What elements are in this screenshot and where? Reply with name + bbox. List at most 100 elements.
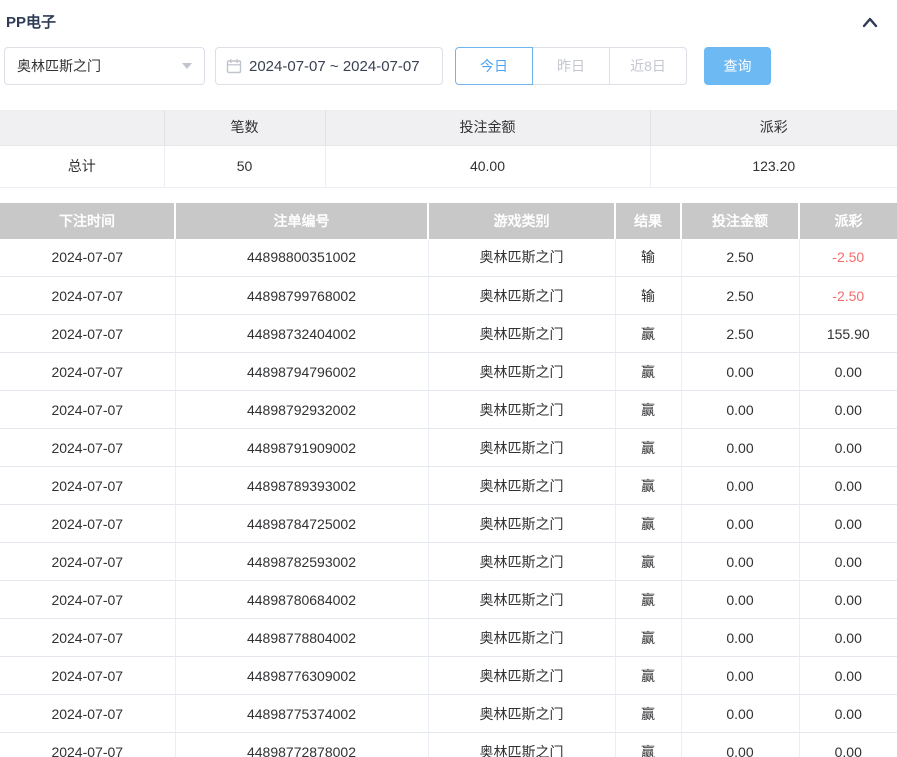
table-row: 2024-07-07 44898799768002 奥林匹斯之门 输 2.50 … — [0, 277, 897, 315]
cell-game-type: 奥林匹斯之门 — [428, 391, 615, 429]
cell-bet-amount: 2.50 — [681, 277, 799, 315]
cell-bet-amount: 2.50 — [681, 315, 799, 353]
cell-order-number: 44898776309002 — [175, 657, 428, 695]
cell-game-type: 奥林匹斯之门 — [428, 619, 615, 657]
page-title: PP电子 — [6, 11, 56, 32]
cell-payout: 0.00 — [799, 581, 897, 619]
summary-total-bet-amount: 40.00 — [325, 145, 650, 187]
cell-bet-amount: 0.00 — [681, 657, 799, 695]
cell-payout: 0.00 — [799, 429, 897, 467]
cell-game-type: 奥林匹斯之门 — [428, 657, 615, 695]
date-range-input[interactable]: 2024-07-07 ~ 2024-07-07 — [215, 47, 443, 85]
bet-records-table: 下注时间 注单编号 游戏类别 结果 投注金额 派彩 2024-07-07 448… — [0, 203, 897, 757]
table-row: 2024-07-07 44898772878002 奥林匹斯之门 赢 0.00 … — [0, 733, 897, 757]
col-header-payout: 派彩 — [799, 203, 897, 239]
chevron-down-icon — [182, 63, 192, 69]
cell-bet-amount: 0.00 — [681, 619, 799, 657]
cell-bet-time: 2024-07-07 — [0, 657, 175, 695]
cell-bet-time: 2024-07-07 — [0, 505, 175, 543]
search-button[interactable]: 查询 — [704, 47, 771, 85]
cell-payout: 0.00 — [799, 733, 897, 757]
cell-order-number: 44898775374002 — [175, 695, 428, 733]
summary-total-payout: 123.20 — [650, 145, 897, 187]
cell-bet-time: 2024-07-07 — [0, 239, 175, 277]
cell-bet-amount: 0.00 — [681, 733, 799, 757]
cell-result: 赢 — [615, 429, 681, 467]
cell-bet-amount: 0.00 — [681, 467, 799, 505]
cell-bet-time: 2024-07-07 — [0, 581, 175, 619]
game-select-value: 奥林匹斯之门 — [17, 56, 101, 76]
cell-bet-amount: 0.00 — [681, 353, 799, 391]
calendar-icon — [226, 58, 242, 74]
summary-total-label: 总计 — [0, 145, 164, 187]
filter-bar: 奥林匹斯之门 2024-07-07 ~ 2024-07-07 今日 昨日 近8日… — [4, 47, 897, 85]
cell-payout: 0.00 — [799, 353, 897, 391]
cell-payout: 0.00 — [799, 467, 897, 505]
cell-result: 赢 — [615, 619, 681, 657]
cell-game-type: 奥林匹斯之门 — [428, 733, 615, 757]
pp-electronic-panel: PP电子 奥林匹斯之门 2024-07-07 ~ 2024-07-07 — [0, 0, 897, 757]
cell-bet-time: 2024-07-07 — [0, 353, 175, 391]
cell-result: 赢 — [615, 505, 681, 543]
cell-payout: 155.90 — [799, 315, 897, 353]
chevron-up-icon[interactable] — [861, 15, 879, 29]
cell-order-number: 44898794796002 — [175, 353, 428, 391]
cell-result: 赢 — [615, 543, 681, 581]
cell-payout: 0.00 — [799, 619, 897, 657]
table-row: 2024-07-07 44898780684002 奥林匹斯之门 赢 0.00 … — [0, 581, 897, 619]
table-row: 2024-07-07 44898778804002 奥林匹斯之门 赢 0.00 … — [0, 619, 897, 657]
table-row: 2024-07-07 44898792932002 奥林匹斯之门 赢 0.00 … — [0, 391, 897, 429]
cell-result: 赢 — [615, 733, 681, 757]
last-8-days-button[interactable]: 近8日 — [609, 47, 687, 85]
summary-total-count: 50 — [164, 145, 325, 187]
table-row: 2024-07-07 44898791909002 奥林匹斯之门 赢 0.00 … — [0, 429, 897, 467]
cell-order-number: 44898772878002 — [175, 733, 428, 757]
yesterday-button[interactable]: 昨日 — [532, 47, 610, 85]
cell-game-type: 奥林匹斯之门 — [428, 505, 615, 543]
cell-result: 输 — [615, 277, 681, 315]
cell-game-type: 奥林匹斯之门 — [428, 277, 615, 315]
cell-result: 赢 — [615, 353, 681, 391]
cell-bet-time: 2024-07-07 — [0, 733, 175, 757]
cell-game-type: 奥林匹斯之门 — [428, 315, 615, 353]
summary-col-blank — [0, 110, 164, 145]
table-row: 2024-07-07 44898782593002 奥林匹斯之门 赢 0.00 … — [0, 543, 897, 581]
summary-col-payout: 派彩 — [650, 110, 897, 145]
cell-order-number: 44898800351002 — [175, 239, 428, 277]
cell-payout: -2.50 — [799, 239, 897, 277]
cell-payout: 0.00 — [799, 543, 897, 581]
summary-header-row: 笔数 投注金额 派彩 — [0, 110, 897, 145]
cell-result: 赢 — [615, 657, 681, 695]
bet-table-body: 2024-07-07 44898800351002 奥林匹斯之门 输 2.50 … — [0, 239, 897, 757]
game-select[interactable]: 奥林匹斯之门 — [4, 47, 205, 85]
col-header-game-type: 游戏类别 — [428, 203, 615, 239]
cell-result: 输 — [615, 239, 681, 277]
cell-bet-time: 2024-07-07 — [0, 391, 175, 429]
cell-result: 赢 — [615, 581, 681, 619]
cell-game-type: 奥林匹斯之门 — [428, 429, 615, 467]
cell-result: 赢 — [615, 315, 681, 353]
cell-payout: 0.00 — [799, 695, 897, 733]
cell-order-number: 44898780684002 — [175, 581, 428, 619]
cell-result: 赢 — [615, 391, 681, 429]
cell-payout: 0.00 — [799, 657, 897, 695]
table-row: 2024-07-07 44898800351002 奥林匹斯之门 输 2.50 … — [0, 239, 897, 277]
cell-order-number: 44898784725002 — [175, 505, 428, 543]
cell-bet-time: 2024-07-07 — [0, 543, 175, 581]
cell-bet-amount: 0.00 — [681, 581, 799, 619]
table-row: 2024-07-07 44898784725002 奥林匹斯之门 赢 0.00 … — [0, 505, 897, 543]
cell-bet-time: 2024-07-07 — [0, 315, 175, 353]
cell-bet-time: 2024-07-07 — [0, 695, 175, 733]
cell-payout: -2.50 — [799, 277, 897, 315]
cell-result: 赢 — [615, 467, 681, 505]
date-range-value: 2024-07-07 ~ 2024-07-07 — [249, 58, 420, 75]
cell-bet-amount: 0.00 — [681, 391, 799, 429]
cell-bet-amount: 0.00 — [681, 505, 799, 543]
cell-bet-time: 2024-07-07 — [0, 277, 175, 315]
cell-order-number: 44898732404002 — [175, 315, 428, 353]
summary-table: 笔数 投注金额 派彩 总计 50 40.00 123.20 — [0, 110, 897, 188]
cell-bet-time: 2024-07-07 — [0, 467, 175, 505]
today-button[interactable]: 今日 — [455, 47, 533, 85]
cell-bet-time: 2024-07-07 — [0, 619, 175, 657]
table-row: 2024-07-07 44898775374002 奥林匹斯之门 赢 0.00 … — [0, 695, 897, 733]
